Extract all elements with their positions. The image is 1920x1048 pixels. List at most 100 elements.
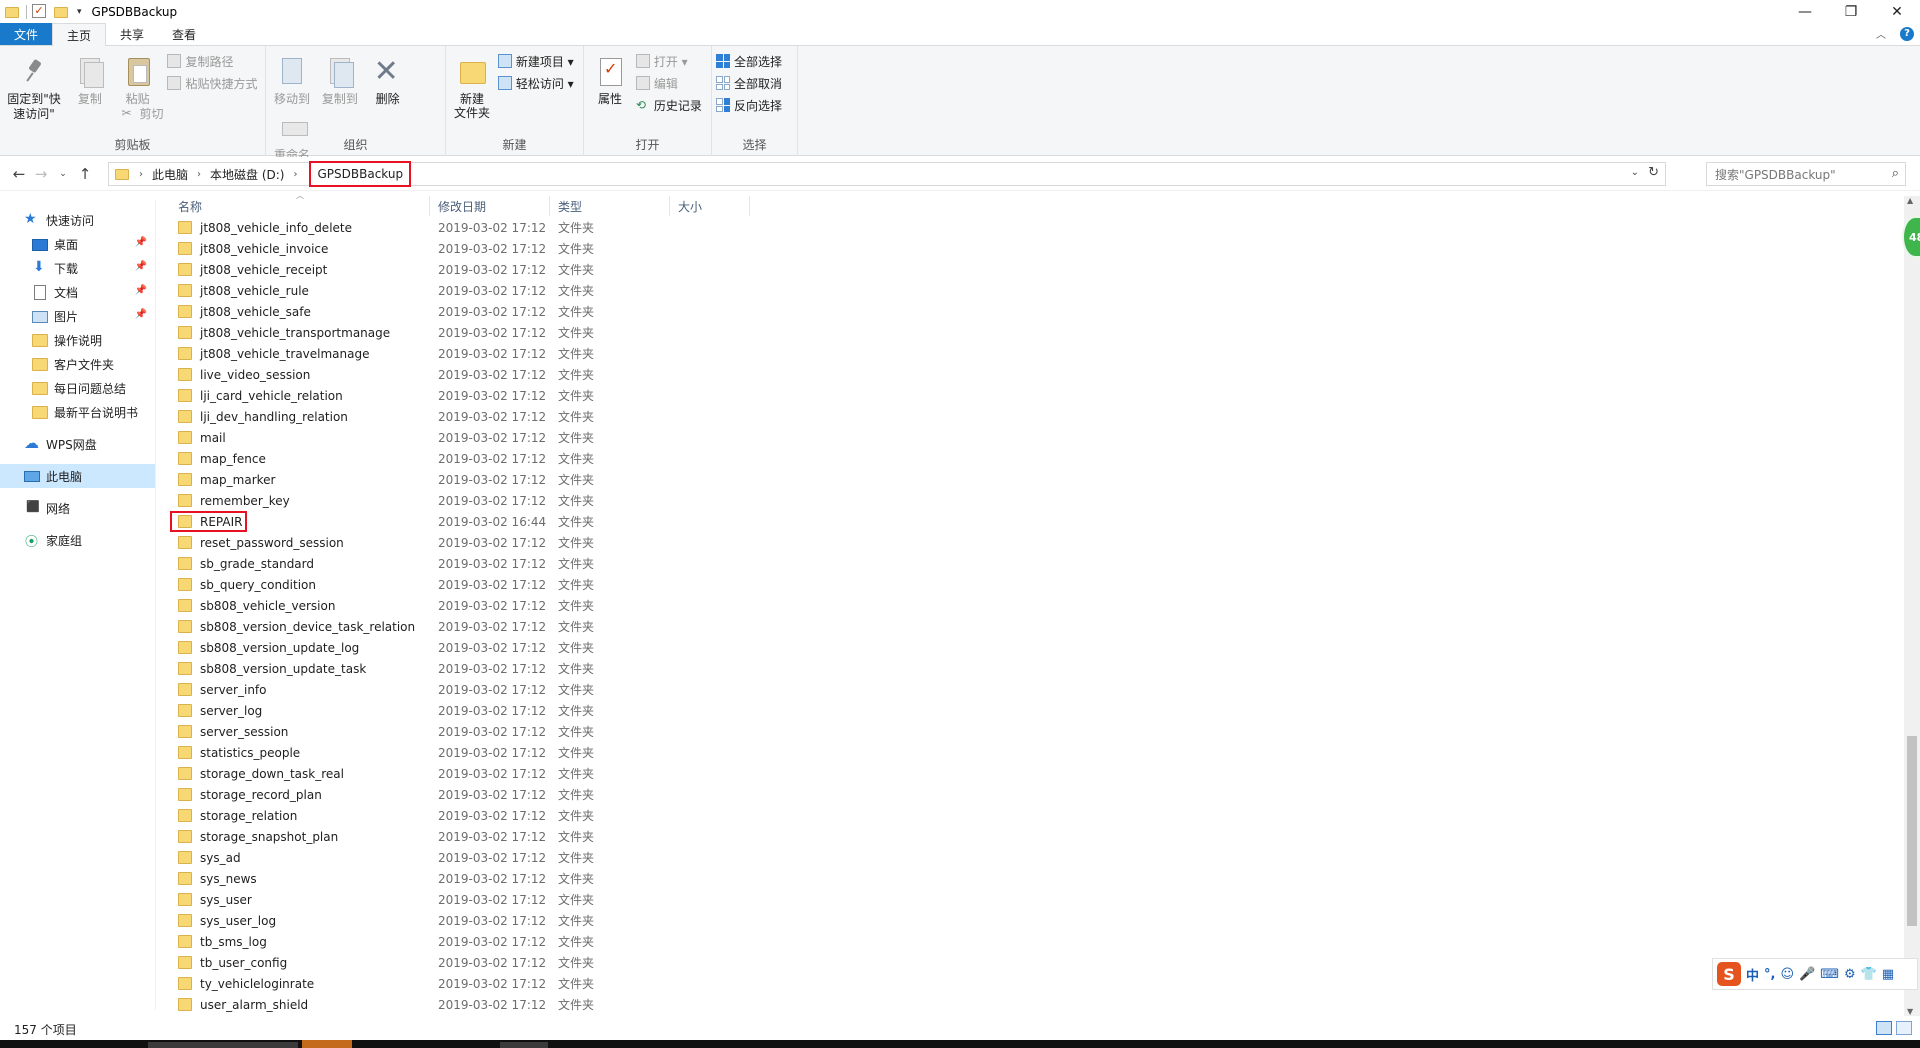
minimize-button[interactable]: — — [1782, 0, 1828, 24]
ime-keyboard-icon[interactable]: ⌨ — [1820, 967, 1839, 982]
tab-view[interactable]: 查看 — [158, 23, 210, 45]
nav-quick-access[interactable]: 快速访问 — [0, 208, 155, 232]
file-name-cell[interactable]: sb808_version_update_log — [170, 637, 430, 658]
file-row[interactable]: storage_snapshot_plan 2019-03-02 17:12 文件夹 — [170, 826, 750, 847]
nav-folder-customers[interactable]: 客户文件夹 — [0, 352, 155, 376]
file-row[interactable]: sb808_version_update_log 2019-03-02 17:12… — [170, 637, 750, 658]
copy-path-button[interactable]: 复制路径 — [167, 50, 257, 72]
new-item-button[interactable]: 新建项目 ▾ — [497, 50, 574, 72]
nav-downloads[interactable]: 下载 📌 — [0, 256, 155, 280]
copy-button[interactable]: 复制 — [68, 50, 112, 106]
history-button[interactable]: ⟲ 历史记录 — [636, 94, 702, 116]
file-name-cell[interactable]: sb808_vehicle_version — [170, 595, 430, 616]
file-row[interactable]: lji_card_vehicle_relation 2019-03-02 17:1… — [170, 385, 750, 406]
close-button[interactable]: ✕ — [1874, 0, 1920, 24]
properties-button[interactable]: 属性 — [588, 50, 632, 106]
file-row[interactable]: user_alarm_shield 2019-03-02 17:12 文件夹 — [170, 994, 750, 1015]
file-name-cell[interactable]: server_session — [170, 721, 430, 742]
file-row[interactable]: jt808_vehicle_safe 2019-03-02 17:12 文件夹 — [170, 301, 750, 322]
easy-access-button[interactable]: 轻松访问 ▾ — [497, 72, 574, 94]
file-row[interactable]: sb_query_condition 2019-03-02 17:12 文件夹 — [170, 574, 750, 595]
file-name-cell[interactable]: jt808_vehicle_transportmanage — [170, 322, 430, 343]
file-name-cell[interactable]: storage_snapshot_plan — [170, 826, 430, 847]
file-name-cell[interactable]: jt808_vehicle_safe — [170, 301, 430, 322]
scrollbar-thumb[interactable] — [1907, 736, 1917, 926]
file-name-cell[interactable]: statistics_people — [170, 742, 430, 763]
file-name-cell[interactable]: jt808_vehicle_receipt — [170, 259, 430, 280]
help-icon[interactable]: ? — [1900, 26, 1914, 41]
taskbar-item-active[interactable] — [302, 1040, 352, 1048]
address-dropdown-icon[interactable]: ⌄ — [1631, 167, 1639, 178]
file-row[interactable]: mail 2019-03-02 17:12 文件夹 — [170, 427, 750, 448]
nav-documents[interactable]: 文档 📌 — [0, 280, 155, 304]
breadcrumb-gpsdbbackup[interactable]: GPSDBBackup — [309, 161, 412, 187]
edit-button[interactable]: 编辑 — [635, 72, 702, 94]
file-row[interactable]: sb808_vehicle_version 2019-03-02 17:12 文件夹 — [170, 595, 750, 616]
column-header-size[interactable]: 大小 — [670, 196, 750, 216]
file-name-cell[interactable]: storage_relation — [170, 805, 430, 826]
vertical-scrollbar[interactable]: ▲ ▼ — [1904, 196, 1920, 1016]
ime-chinese-mode[interactable]: 中 — [1746, 965, 1759, 984]
recent-locations-button[interactable]: ⌄ — [52, 163, 74, 185]
file-name-cell[interactable]: map_marker — [170, 469, 430, 490]
select-all-button[interactable]: 全部选择 — [716, 50, 793, 72]
file-name-cell[interactable]: mail — [170, 427, 430, 448]
file-row[interactable]: jt808_vehicle_receipt 2019-03-02 17:12 文件夹 — [170, 259, 750, 280]
chevron-right-icon[interactable]: › — [191, 169, 207, 180]
file-name-cell[interactable]: ty_vehicleloginrate — [170, 973, 430, 994]
collapse-ribbon-icon[interactable]: ︿ — [1876, 26, 1886, 41]
search-icon[interactable]: ⌕ — [1892, 166, 1899, 181]
select-none-button[interactable]: 全部取消 — [716, 72, 793, 94]
ime-settings-icon[interactable]: ⚙ — [1844, 967, 1856, 982]
ime-voice-icon[interactable]: 🎤 — [1799, 967, 1815, 982]
file-name-cell[interactable]: sys_news — [170, 868, 430, 889]
file-name-cell[interactable]: sb_grade_standard — [170, 553, 430, 574]
file-row[interactable]: jt808_vehicle_invoice 2019-03-02 17:12 文件夹 — [170, 238, 750, 259]
file-name-cell[interactable]: remember_key — [170, 490, 430, 511]
invert-selection-button[interactable]: 反向选择 — [716, 94, 793, 116]
file-row[interactable]: remember_key 2019-03-02 17:12 文件夹 — [170, 490, 750, 511]
file-name-cell[interactable]: map_fence — [170, 448, 430, 469]
new-folder-button[interactable]: 新建 文件夹 — [450, 50, 494, 120]
file-row[interactable]: server_info 2019-03-02 17:12 文件夹 — [170, 679, 750, 700]
file-row[interactable]: live_video_session 2019-03-02 17:12 文件夹 — [170, 364, 750, 385]
chevron-right-icon[interactable]: › — [133, 169, 149, 180]
file-name-cell[interactable]: server_log — [170, 700, 430, 721]
file-row[interactable]: ty_vehicleloginrate 2019-03-02 17:12 文件夹 — [170, 973, 750, 994]
tab-share[interactable]: 共享 — [106, 23, 158, 45]
column-header-type[interactable]: 类型 — [550, 196, 670, 216]
file-name-cell[interactable]: jt808_vehicle_travelmanage — [170, 343, 430, 364]
scroll-up-icon[interactable]: ▲ — [1907, 196, 1913, 205]
file-name-cell[interactable]: reset_password_session — [170, 532, 430, 553]
file-row[interactable]: sys_user 2019-03-02 17:12 文件夹 — [170, 889, 750, 910]
address-bar[interactable]: › 此电脑 › 本地磁盘 (D:) › GPSDBBackup ⌄ ↻ — [108, 161, 1666, 187]
nav-desktop[interactable]: 桌面 📌 — [0, 232, 155, 256]
qat-customize-icon[interactable]: ▾ — [77, 7, 82, 17]
file-name-cell[interactable]: live_video_session — [170, 364, 430, 385]
nav-wps-cloud[interactable]: WPS网盘 — [0, 432, 155, 456]
delete-button[interactable]: ✕ 删除 — [366, 50, 410, 107]
ime-skin-icon[interactable]: 👕 — [1861, 967, 1877, 982]
file-row[interactable]: sys_news 2019-03-02 17:12 文件夹 — [170, 868, 750, 889]
nav-folder-manual[interactable]: 最新平台说明书 — [0, 400, 155, 424]
search-box[interactable]: 搜索"GPSDBBackup" ⌕ — [1706, 162, 1906, 186]
move-to-button[interactable]: 移动到 — [270, 50, 314, 106]
file-row[interactable]: storage_relation 2019-03-02 17:12 文件夹 — [170, 805, 750, 826]
file-row[interactable]: jt808_vehicle_transportmanage 2019-03-02 … — [170, 322, 750, 343]
file-row[interactable]: sys_user_log 2019-03-02 17:12 文件夹 — [170, 910, 750, 931]
up-button[interactable]: ↑ — [74, 163, 96, 185]
new-folder-qat-button[interactable] — [54, 4, 70, 20]
pin-quick-access-button[interactable]: 固定到"快速访问" — [4, 50, 64, 122]
refresh-icon[interactable]: ↻ — [1648, 165, 1659, 180]
file-name-cell[interactable]: server_info — [170, 679, 430, 700]
ime-emoji-icon[interactable]: ☺ — [1780, 967, 1794, 982]
file-name-cell[interactable]: lji_card_vehicle_relation — [170, 385, 430, 406]
file-name-cell[interactable]: sb808_version_device_task_relation — [170, 616, 430, 637]
nav-folder-daily-summary[interactable]: 每日问题总结 — [0, 376, 155, 400]
taskbar-item[interactable] — [148, 1042, 298, 1048]
file-row[interactable]: jt808_vehicle_info_delete 2019-03-02 17:1… — [170, 217, 750, 238]
details-view-button[interactable] — [1876, 1021, 1892, 1035]
nav-pictures[interactable]: 图片 📌 — [0, 304, 155, 328]
cut-button[interactable]: ✂ 剪切 — [121, 102, 257, 124]
copy-to-button[interactable]: 复制到 — [318, 50, 362, 106]
